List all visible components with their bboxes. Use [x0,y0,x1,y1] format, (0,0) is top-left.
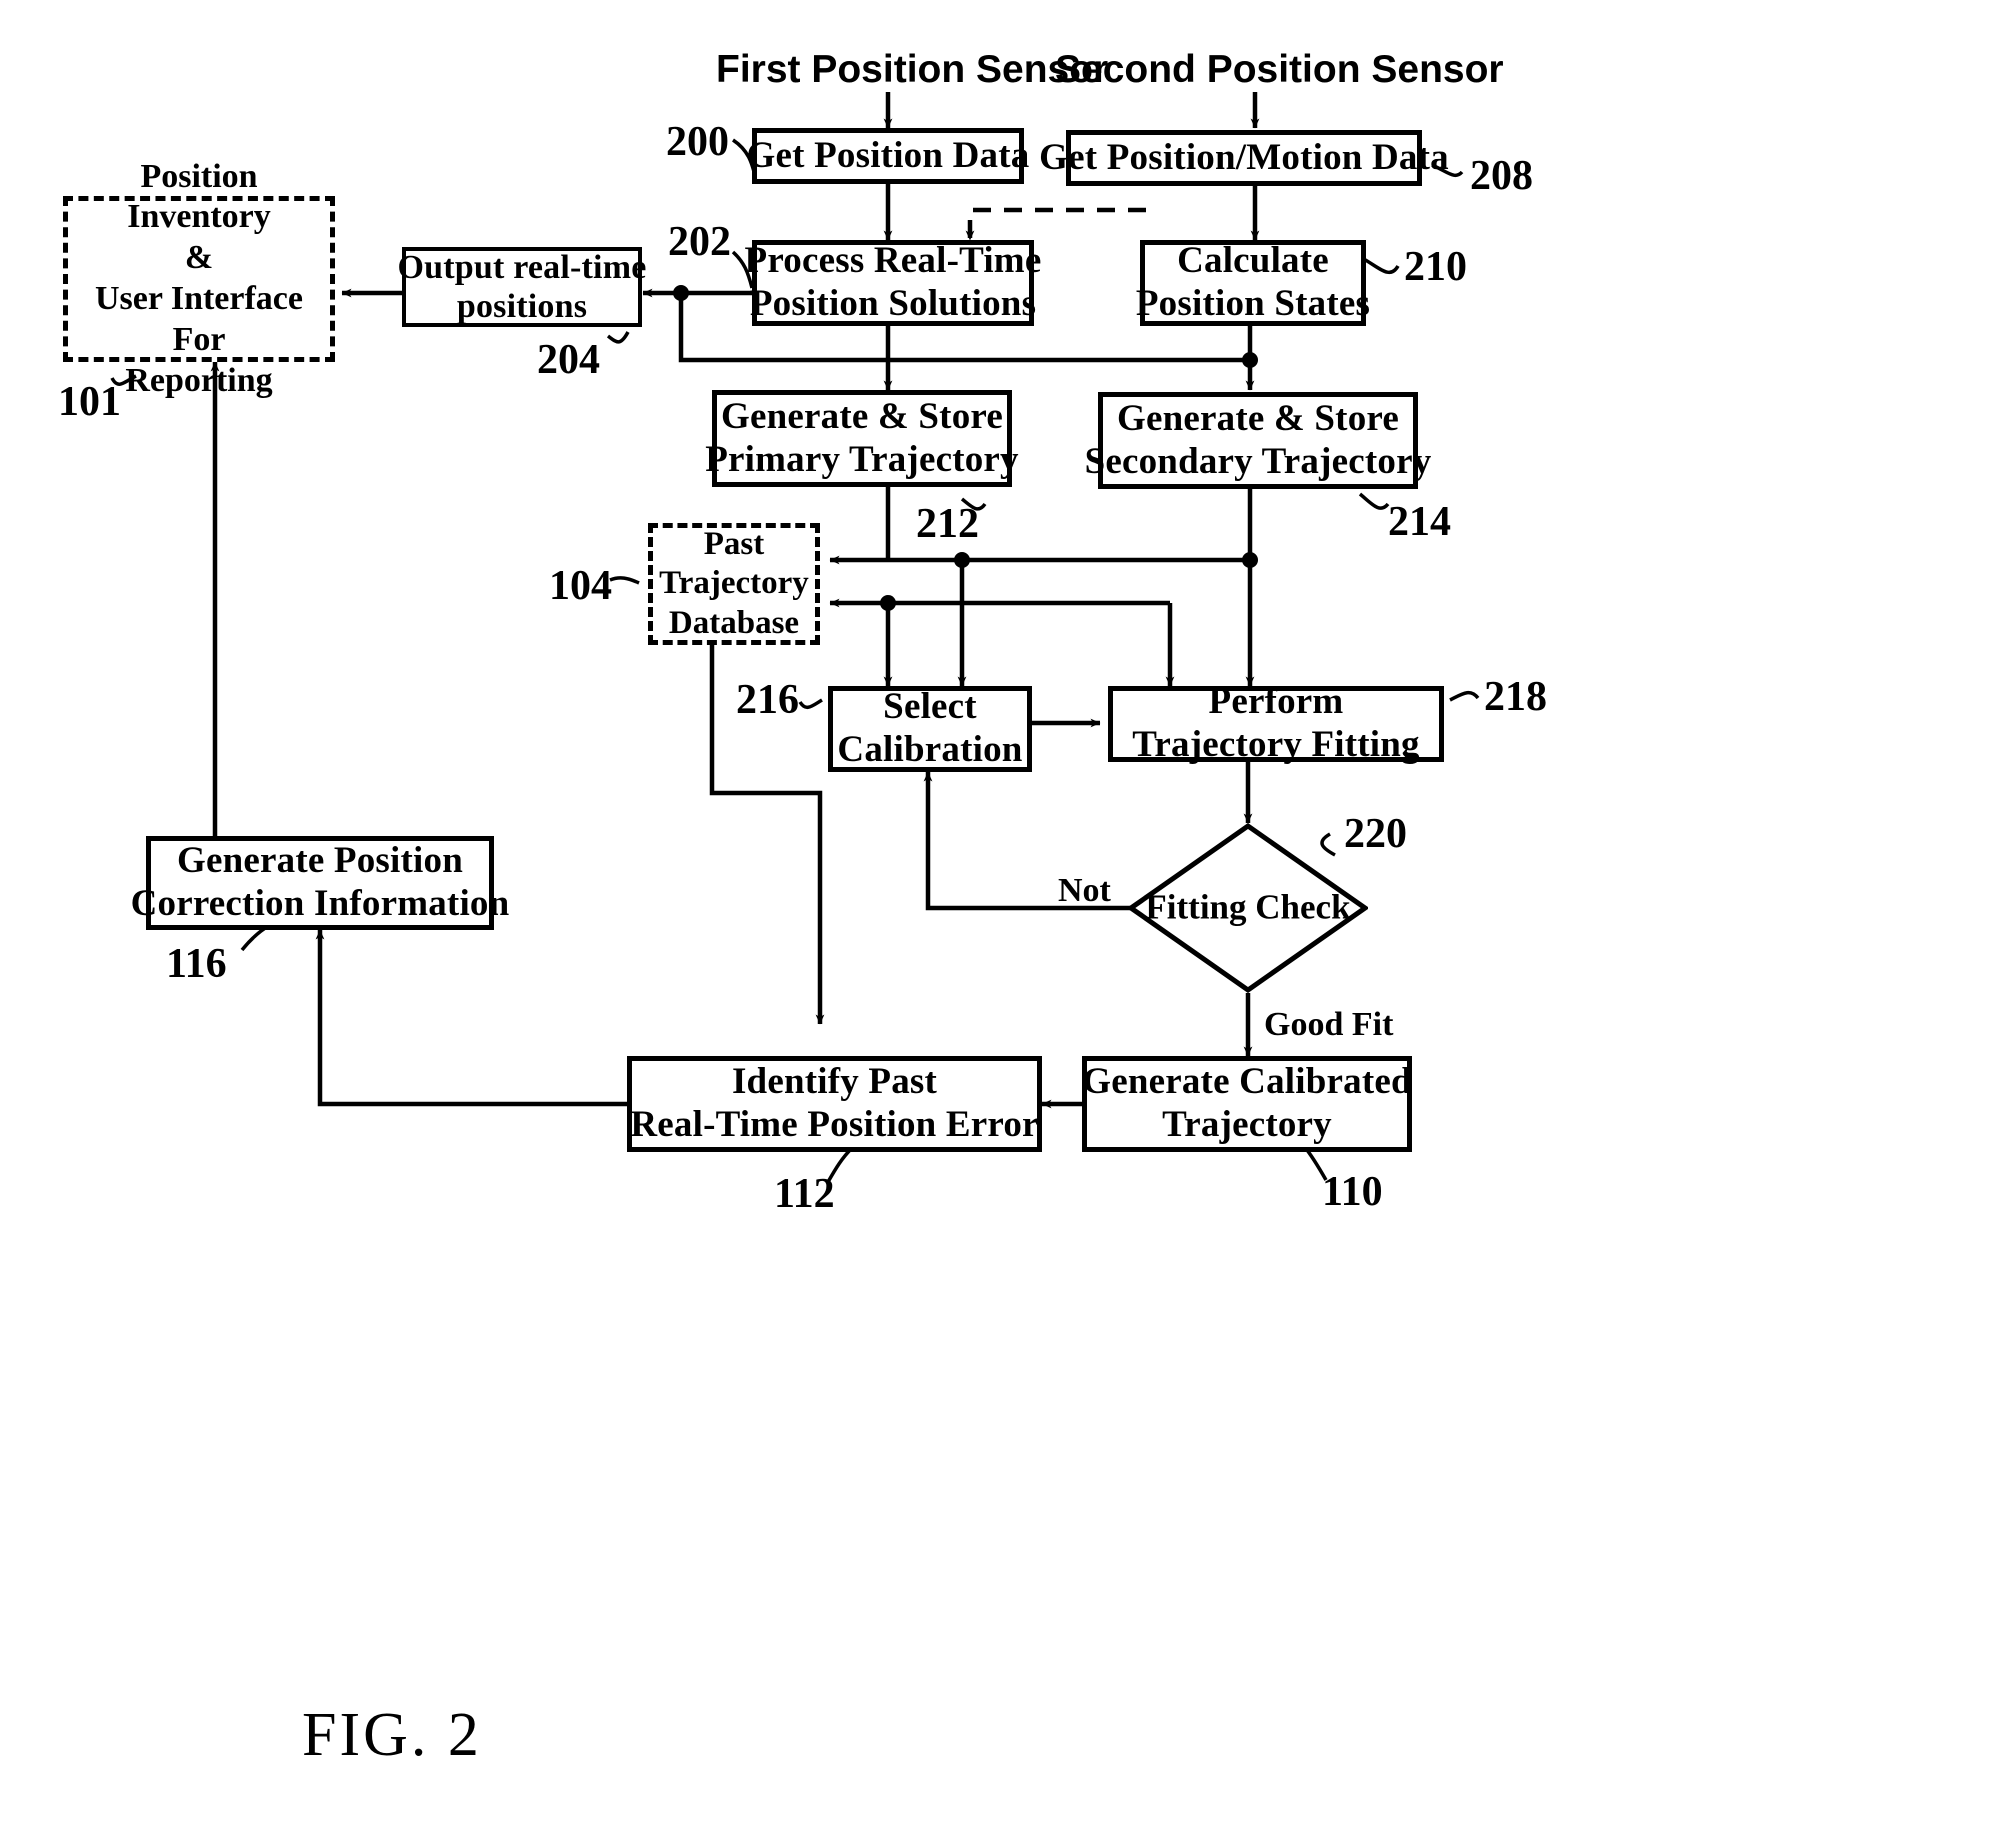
node-generate-position-correction-line-0: Generate Position [177,840,463,882]
node-perform-trajectory-fitting-line-1: Trajectory Fitting [1132,724,1420,765]
node-perform-trajectory-fitting[interactable]: Perform Trajectory Fitting [1108,681,1444,765]
header-first-position-sensor: First Position Sensor [716,48,1109,91]
ref-101: 101 [58,379,121,425]
node-past-trajectory-database-line-0: Past [703,525,765,562]
node-generate-store-primary-line-1: Primary Trajectory [705,438,1019,480]
node-position-inventory-line-3: Reporting [125,361,273,399]
node-fitting-check-line-1: Check [1255,887,1351,927]
node-calculate-position-states[interactable]: Calculate Position States [1136,240,1370,326]
ref-210: 210 [1404,244,1467,290]
node-generate-store-secondary-trajectory[interactable]: Generate & Store Secondary Trajectory [1085,392,1431,489]
node-generate-position-correction-line-1: Correction Information [130,883,510,924]
node-select-calibration-line-0: Select [883,686,977,728]
patent-figure-page: First Position Sensor Second Position Se… [0,0,1998,1838]
node-generate-calibrated-trajectory-line-0: Generate Calibrated [1082,1061,1412,1103]
node-position-inventory-line-1: & [184,239,214,277]
node-select-calibration[interactable]: Select Calibration [828,686,1032,772]
node-identify-past-error-line-1: Real-Time Position Error [630,1104,1039,1145]
node-get-position-motion-data[interactable]: Get Position/Motion Data [1039,130,1449,186]
node-identify-past-error-line-0: Identify Past [731,1061,938,1103]
node-get-position-data-line-0: Get Position Data [746,134,1030,176]
node-position-inventory-user-interface[interactable]: Position Inventory & User Interface For … [63,158,335,399]
ref-218: 218 [1484,674,1547,720]
ref-204: 204 [537,337,600,383]
ref-110: 110 [1322,1169,1383,1215]
header-second-position-sensor: Second Position Sensor [1055,48,1504,91]
node-past-trajectory-database-line-2: Database [668,604,800,641]
node-process-real-time-line-0: Process Real-Time [744,240,1042,282]
node-past-trajectory-database[interactable]: Past Trajectory Database [648,523,820,645]
node-generate-store-primary-line-0: Generate & Store [721,395,1003,437]
node-fitting-check[interactable]: Fitting Check [1126,822,1370,994]
edge-label-good-fit: Good Fit [1264,1006,1394,1043]
node-output-real-time-positions-line-0: Output real-time [397,248,647,286]
node-generate-calibrated-trajectory[interactable]: Generate Calibrated Trajectory [1082,1056,1412,1152]
node-generate-calibrated-trajectory-line-1: Trajectory [1162,1104,1332,1145]
ref-104: 104 [549,563,612,609]
ref-208: 208 [1470,153,1533,199]
node-process-real-time-line-1: Position Solutions [749,283,1037,324]
node-output-real-time-positions-line-1: positions [456,288,588,325]
node-position-inventory-line-0: Position Inventory [127,157,271,236]
node-identify-past-real-time-position-error[interactable]: Identify Past Real-Time Position Error [627,1056,1042,1152]
edge-label-not: Not [1058,872,1111,909]
ref-200: 200 [666,119,729,165]
node-calculate-position-states-line-1: Position States [1135,283,1371,324]
ref-214: 214 [1388,499,1451,545]
node-perform-trajectory-fitting-line-0: Perform [1208,681,1344,723]
figure-caption: FIG. 2 [302,1701,482,1769]
node-past-trajectory-database-line-1: Trajectory [659,565,809,602]
node-position-inventory-line-2: User Interface For [94,280,303,358]
node-fitting-check-line-0: Fitting [1145,887,1247,927]
ref-216: 216 [736,677,799,723]
node-get-position-motion-data-line-0: Get Position/Motion Data [1039,136,1449,178]
node-generate-position-correction-information[interactable]: Generate Position Correction Information [131,836,509,930]
ref-202: 202 [668,219,731,265]
node-process-real-time-position-solutions[interactable]: Process Real-Time Position Solutions [745,240,1041,326]
ref-212: 212 [916,501,979,547]
node-get-position-data[interactable]: Get Position Data [747,128,1029,184]
ref-116: 116 [166,941,227,987]
node-calculate-position-states-line-0: Calculate [1177,240,1329,282]
node-output-real-time-positions[interactable]: Output real-time positions [397,247,646,327]
node-generate-store-secondary-line-1: Secondary Trajectory [1084,440,1432,482]
node-select-calibration-line-1: Calibration [837,729,1023,770]
node-generate-store-primary-trajectory[interactable]: Generate & Store Primary Trajectory [705,390,1019,487]
ref-220: 220 [1344,811,1407,857]
node-generate-store-secondary-line-0: Generate & Store [1117,397,1399,439]
ref-112: 112 [774,1171,835,1217]
